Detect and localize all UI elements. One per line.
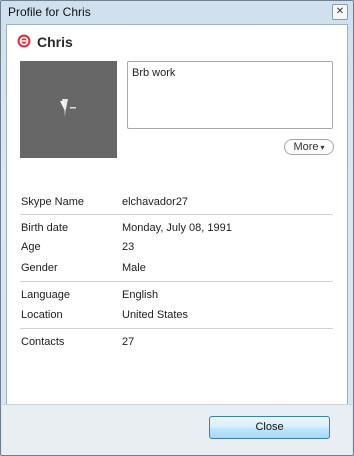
detail-label: Birth date: [21, 222, 69, 234]
dialog-footer: Close: [2, 404, 352, 455]
detail-row-gender: Gender Male: [21, 262, 333, 276]
detail-value: English: [122, 289, 159, 301]
detail-label: Age: [21, 241, 41, 253]
detail-row-language: Language English: [21, 289, 333, 303]
window-close-icon[interactable]: ✕: [332, 4, 348, 20]
chevron-down-icon: ▾: [320, 143, 325, 152]
detail-label: Location: [21, 309, 63, 321]
mood-message: Brb work: [132, 67, 176, 79]
mood-message-box[interactable]: Brb work: [127, 61, 333, 129]
detail-value: 27: [122, 336, 135, 348]
divider: [20, 328, 333, 329]
window-title: Profile for Chris: [8, 5, 91, 19]
pontiac-logo-icon: [60, 99, 76, 117]
skype-status-icon: [17, 34, 31, 48]
detail-value: United States: [122, 309, 189, 321]
more-button[interactable]: More ▾: [284, 139, 334, 155]
avatar[interactable]: [20, 61, 117, 158]
detail-value: elchavador27: [122, 196, 189, 208]
close-button[interactable]: Close: [209, 416, 330, 439]
divider: [20, 281, 333, 282]
detail-label: Skype Name: [21, 196, 84, 208]
detail-row-contacts: Contacts 27: [21, 336, 333, 350]
detail-label: Gender: [21, 262, 58, 274]
contact-name: Chris: [37, 34, 73, 50]
detail-value: 23: [122, 241, 135, 253]
profile-panel: Chris Brb work More ▾ Skype Name elchavad…: [6, 24, 348, 405]
profile-window: Profile for Chris ✕ Chris Brb work More ▾: [0, 0, 354, 456]
detail-label: Contacts: [21, 336, 65, 348]
detail-value: Monday, July 08, 1991: [122, 222, 232, 234]
detail-row-age: Age 23: [21, 241, 333, 255]
detail-value: Male: [122, 262, 146, 274]
detail-label: Language: [21, 289, 70, 301]
title-bar: Profile for Chris ✕: [1, 1, 353, 23]
divider: [20, 214, 333, 215]
detail-row-skype-name: Skype Name elchavador27: [21, 196, 333, 210]
detail-row-location: Location United States: [21, 309, 333, 323]
more-label: More: [293, 141, 319, 153]
detail-row-birth-date: Birth date Monday, July 08, 1991: [21, 222, 333, 236]
